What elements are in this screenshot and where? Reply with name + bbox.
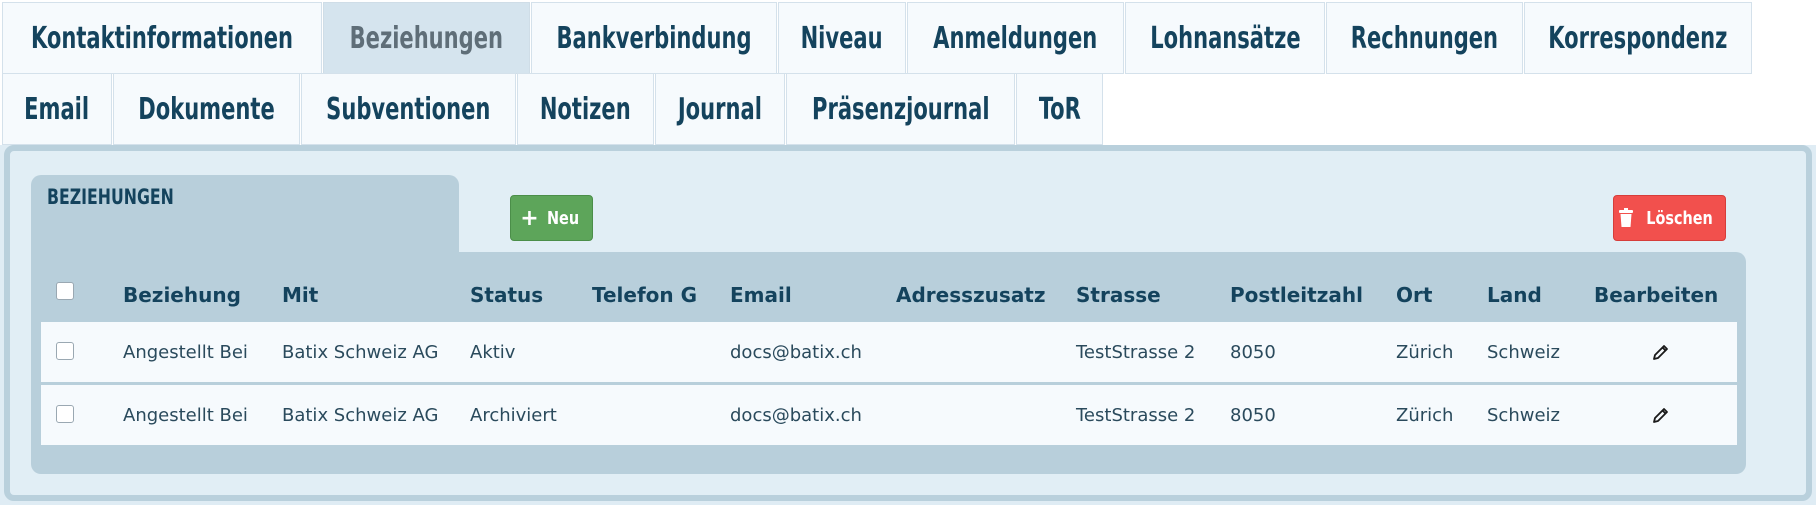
header-status[interactable]: Status xyxy=(470,270,543,320)
cell-ort: Zürich xyxy=(1396,404,1454,426)
cell-postleitzahl: 8050 xyxy=(1230,404,1276,426)
tab-subventionen[interactable]: Subventionen xyxy=(301,73,516,145)
header-ort[interactable]: Ort xyxy=(1396,270,1432,320)
cell-ort: Zürich xyxy=(1396,341,1454,363)
table-row[interactable]: Angestellt Bei Batix Schweiz AG Aktiv do… xyxy=(41,322,1737,382)
header-bearbeiten: Bearbeiten xyxy=(1594,283,1719,307)
cell-email: docs@batix.ch xyxy=(730,404,862,426)
pencil-icon[interactable] xyxy=(1651,342,1671,362)
delete-button[interactable]: Löschen xyxy=(1613,195,1726,241)
tab-bankverbindung[interactable]: Bankverbindung xyxy=(531,2,777,74)
cell-status: Archiviert xyxy=(470,404,557,426)
header-telefon-g[interactable]: Telefon G xyxy=(592,270,697,320)
cell-strasse: TestStrasse 2 xyxy=(1076,341,1196,363)
header-adresszusatz[interactable]: Adresszusatz xyxy=(896,270,1046,320)
tab-dokumente[interactable]: Dokumente xyxy=(113,73,300,145)
new-button[interactable]: + Neu xyxy=(510,195,593,241)
cell-beziehung: Angestellt Bei xyxy=(123,341,248,363)
tab-journal[interactable]: Journal xyxy=(655,73,785,145)
table-header: Beziehung Mit Status Telefon G Email Adr… xyxy=(41,270,1736,320)
header-land[interactable]: Land xyxy=(1487,270,1542,320)
plus-icon: + xyxy=(520,205,539,231)
header-postleitzahl[interactable]: Postleitzahl xyxy=(1230,270,1363,320)
row-checkbox[interactable] xyxy=(56,405,74,423)
cell-postleitzahl: 8050 xyxy=(1230,341,1276,363)
tab-niveau[interactable]: Niveau xyxy=(778,2,906,74)
cell-mit: Batix Schweiz AG xyxy=(282,404,439,426)
tab-notizen[interactable]: Notizen xyxy=(517,73,654,145)
cell-mit: Batix Schweiz AG xyxy=(282,341,439,363)
cell-land: Schweiz xyxy=(1487,341,1560,363)
tab-korrespondenz[interactable]: Korrespondenz xyxy=(1524,2,1752,74)
table-row[interactable]: Angestellt Bei Batix Schweiz AG Archivie… xyxy=(41,385,1737,445)
tab-kontaktinformationen[interactable]: Kontaktinformationen xyxy=(2,2,322,74)
header-beziehung[interactable]: Beziehung xyxy=(123,270,241,320)
tab-anmeldungen[interactable]: Anmeldungen xyxy=(907,2,1124,74)
row-checkbox[interactable] xyxy=(56,342,74,360)
cell-email: docs@batix.ch xyxy=(730,341,862,363)
cell-status: Aktiv xyxy=(470,341,516,363)
tab-praesenzjournal[interactable]: Präsenzjournal xyxy=(786,73,1015,145)
header-strasse[interactable]: Strasse xyxy=(1076,270,1161,320)
header-email[interactable]: Email xyxy=(730,270,792,320)
cell-strasse: TestStrasse 2 xyxy=(1076,404,1196,426)
trash-icon xyxy=(1618,208,1633,227)
select-all-checkbox[interactable] xyxy=(56,282,74,300)
pencil-icon[interactable] xyxy=(1651,405,1671,425)
header-mit[interactable]: Mit xyxy=(282,270,318,320)
tab-tor[interactable]: ToR xyxy=(1016,73,1103,145)
cell-land: Schweiz xyxy=(1487,404,1560,426)
tab-lohnansaetze[interactable]: Lohnansätze xyxy=(1125,2,1325,74)
tab-email[interactable]: Email xyxy=(2,73,112,145)
cell-beziehung: Angestellt Bei xyxy=(123,404,248,426)
section-title: BEZIEHUNGEN xyxy=(47,185,174,209)
tab-beziehungen[interactable]: Beziehungen xyxy=(323,2,530,74)
tab-rechnungen[interactable]: Rechnungen xyxy=(1326,2,1523,74)
